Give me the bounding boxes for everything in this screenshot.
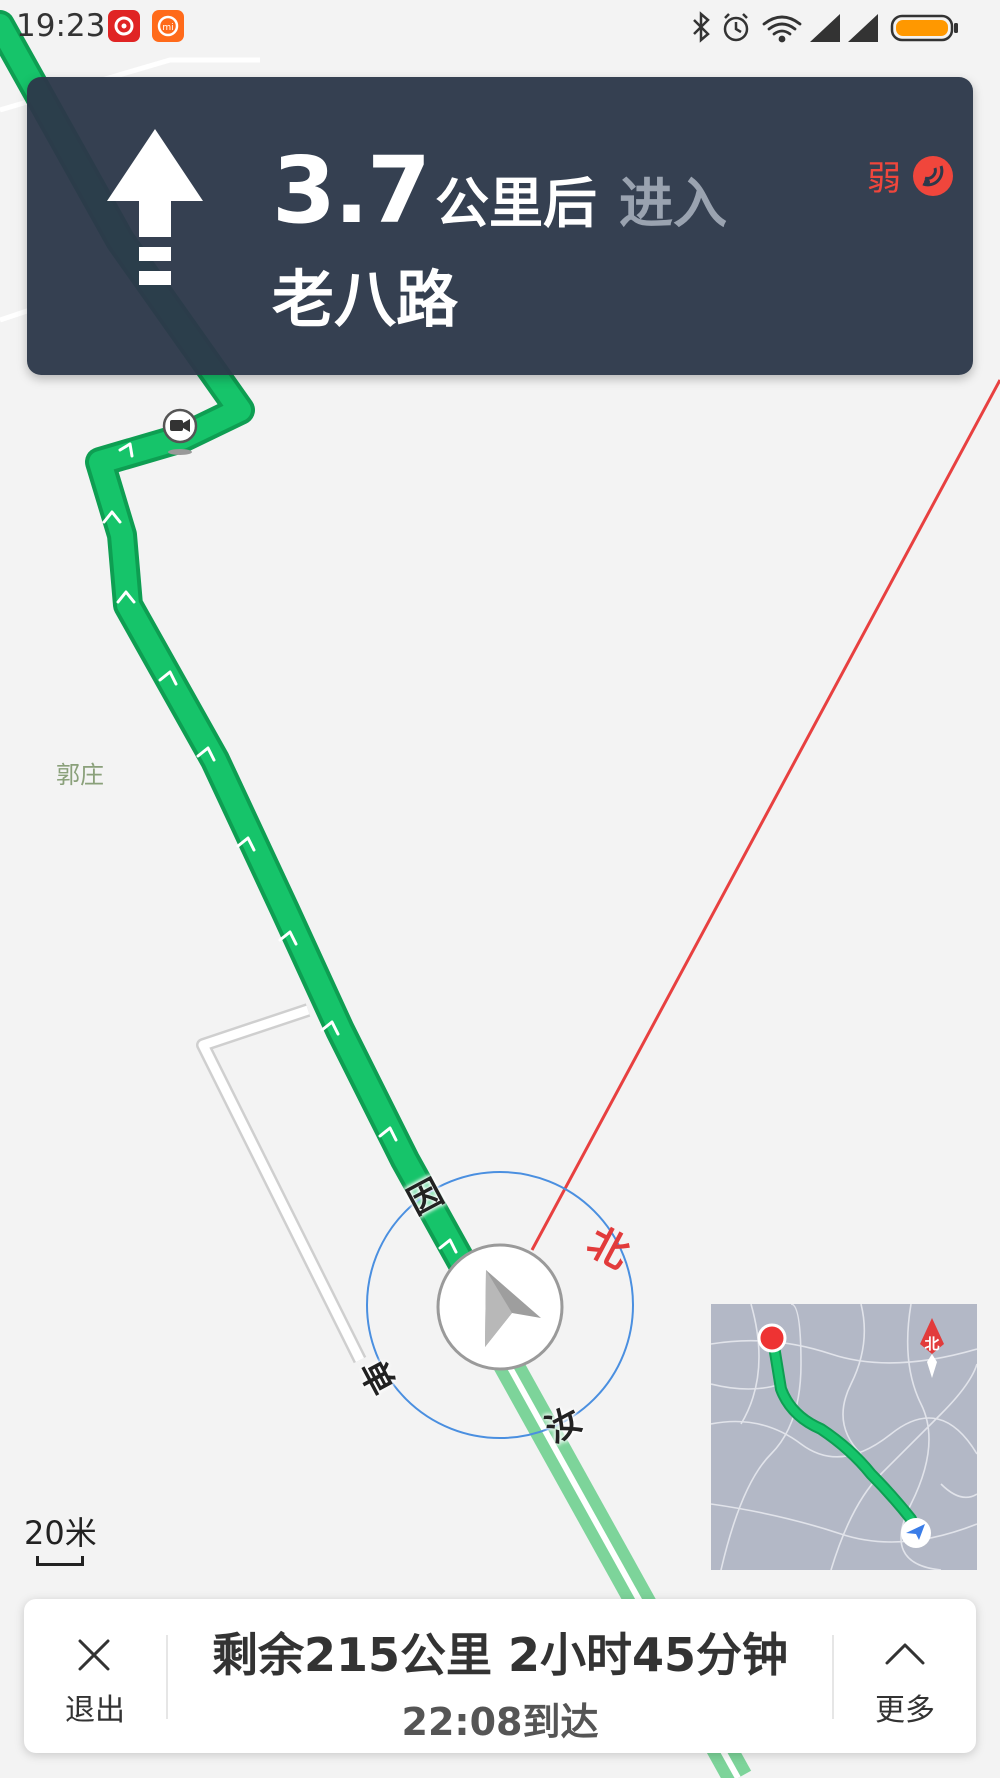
status-time: 19:23 — [16, 8, 106, 44]
instruction-line: 3.7 公里后 进入 — [272, 137, 727, 244]
distance-unit: 公里后 — [434, 172, 597, 235]
arrival-time: 22:08到达 — [401, 1700, 599, 1744]
scale-label: 20米 — [24, 1514, 97, 1552]
bluetooth-icon — [693, 11, 710, 43]
system-status-icons — [693, 11, 958, 43]
more-label: 更多 — [875, 1693, 935, 1728]
chevron-up-icon — [885, 1643, 925, 1665]
wifi-icon — [762, 15, 802, 43]
gps-status-text: 弱 — [867, 159, 901, 199]
maneuver-distance: 3.7 — [272, 137, 431, 244]
camera-icon-body — [170, 420, 183, 431]
remaining-distance-time: 剩余215公里 2小时45分钟 — [211, 1628, 789, 1682]
camera-marker-shadow — [168, 449, 192, 455]
navigation-instruction-panel[interactable]: 3.7 公里后 进入 老八路 弱 — [27, 77, 973, 375]
place-label: 郭庄 — [56, 761, 104, 789]
mi-app-icon: mi — [152, 10, 184, 42]
minimap-route — [769, 1336, 919, 1536]
more-options-button[interactable]: 更多 — [834, 1599, 976, 1753]
maneuver-action: 进入 — [618, 172, 727, 235]
exit-label: 退出 — [65, 1693, 125, 1728]
status-bar: 19:23 mi — [0, 0, 1000, 56]
route-overview-minimap[interactable]: 北 — [711, 1304, 977, 1570]
close-icon — [78, 1639, 110, 1671]
svg-text:mi: mi — [162, 23, 173, 33]
heading-line — [530, 379, 1000, 1251]
exit-navigation-button[interactable]: 退出 — [24, 1599, 166, 1753]
scale-bar — [36, 1556, 84, 1566]
next-road-name: 老八路 — [272, 263, 459, 336]
signal-icon — [848, 14, 878, 42]
alarm-icon — [723, 13, 749, 42]
side-road — [198, 1005, 365, 1363]
minimap-north-label: 北 — [924, 1335, 939, 1353]
signal-icon — [810, 14, 840, 42]
minimap-destination-icon — [757, 1323, 787, 1353]
netease-music-icon — [108, 10, 140, 42]
gps-signal-indicator[interactable]: 弱 — [867, 151, 955, 200]
trip-info-panel: 退出 剩余215公里 2小时45分钟 22:08到达 更多 — [24, 1599, 976, 1753]
satellite-signal-icon — [913, 155, 953, 196]
battery-icon — [890, 14, 958, 42]
straight-arrow-icon — [107, 129, 203, 285]
